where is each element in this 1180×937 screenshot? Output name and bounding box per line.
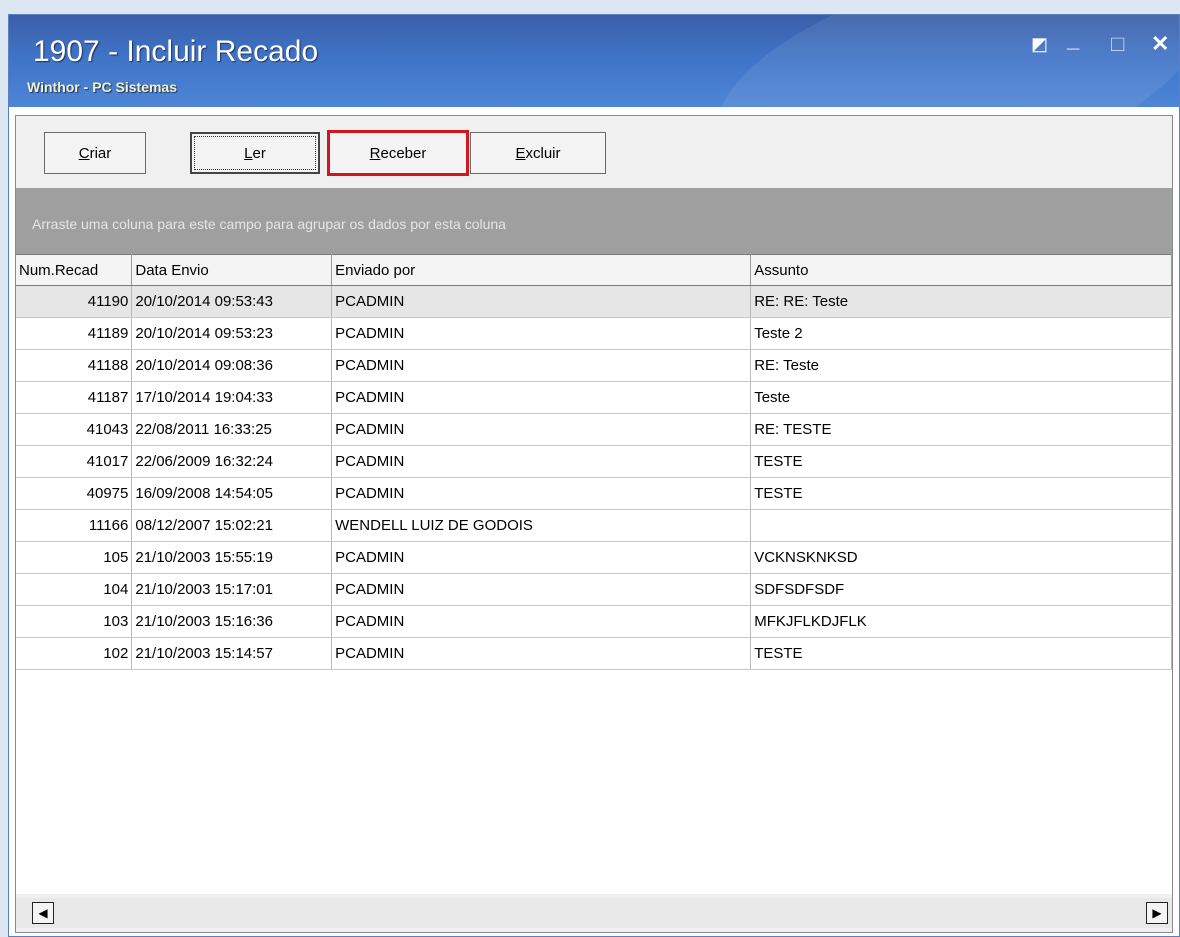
cell-num-recad: 41190	[16, 285, 133, 318]
cell-enviado-por: PCADMIN	[331, 541, 752, 574]
column-header-num-recad[interactable]: Num.Recad	[16, 254, 133, 286]
cell-assunto: TESTE	[750, 637, 1172, 670]
cell-data-envio: 21/10/2003 15:16:36	[131, 605, 333, 638]
cell-assunto: RE: RE: Teste	[750, 285, 1172, 318]
cell-num-recad: 104	[16, 573, 133, 606]
cell-data-envio: 21/10/2003 15:55:19	[131, 541, 333, 574]
header-row: Num.Recad Data Envio Enviado por Assunto	[16, 254, 1172, 286]
ler-button[interactable]: Ler	[190, 132, 320, 174]
restore-icon[interactable]: ◩	[1031, 33, 1048, 55]
cell-enviado-por: PCADMIN	[331, 573, 752, 606]
messages-table: Num.Recad Data Envio Enviado por Assunto…	[16, 254, 1172, 670]
maximize-icon[interactable]: □	[1111, 33, 1124, 55]
cell-data-envio: 17/10/2014 19:04:33	[131, 381, 333, 414]
cell-assunto: Teste	[750, 381, 1172, 414]
cell-assunto: Teste 2	[750, 317, 1172, 350]
cell-data-envio: 21/10/2003 15:17:01	[131, 573, 333, 606]
criar-button-accel: C	[78, 144, 90, 162]
cell-data-envio: 21/10/2003 15:14:57	[131, 637, 333, 670]
cell-num-recad: 41043	[16, 413, 133, 446]
horizontal-scrollbar[interactable]: ◀ ▶	[16, 898, 1172, 928]
receber-button[interactable]: Receber	[327, 130, 469, 176]
cell-num-recad: 103	[16, 605, 133, 638]
table-row[interactable]: 41189 20/10/2014 09:53:23 PCADMIN Teste …	[16, 317, 1172, 350]
cell-data-envio: 20/10/2014 09:08:36	[131, 349, 333, 382]
column-header-assunto[interactable]: Assunto	[750, 254, 1172, 286]
cell-assunto: TESTE	[750, 445, 1172, 478]
cell-num-recad: 102	[16, 637, 133, 670]
cell-enviado-por: PCADMIN	[331, 477, 752, 510]
cell-enviado-por: PCADMIN	[331, 445, 752, 478]
title-bar: 1907 - Incluir Recado Winthor - PC Siste…	[9, 15, 1179, 107]
table-row[interactable]: 41043 22/08/2011 16:33:25 PCADMIN RE: TE…	[16, 413, 1172, 446]
cell-enviado-por: WENDELL LUIZ DE GODOIS	[331, 509, 752, 542]
cell-enviado-por: PCADMIN	[331, 413, 752, 446]
table-row[interactable]: 11166 08/12/2007 15:02:21 WENDELL LUIZ D…	[16, 509, 1172, 542]
cell-assunto: VCKNSKNKSD	[750, 541, 1172, 574]
table-row[interactable]: 41017 22/06/2009 16:32:24 PCADMIN TESTE	[16, 445, 1172, 478]
cell-assunto	[750, 509, 1172, 542]
cell-num-recad: 41017	[16, 445, 133, 478]
table-row[interactable]: 104 21/10/2003 15:17:01 PCADMIN SDFSDFSD…	[16, 573, 1172, 606]
cell-data-envio: 20/10/2014 09:53:23	[131, 317, 333, 350]
receber-button-label: eceber	[380, 144, 427, 162]
cell-enviado-por: PCADMIN	[331, 285, 752, 318]
cell-assunto: RE: Teste	[750, 349, 1172, 382]
cell-assunto: MFKJFLKDJFLK	[750, 605, 1172, 638]
ler-button-accel: L	[244, 144, 253, 162]
cell-num-recad: 41189	[16, 317, 133, 350]
group-by-hint: Arraste uma coluna para este campo para …	[32, 216, 506, 232]
cell-enviado-por: PCADMIN	[331, 637, 752, 670]
cell-enviado-por: PCADMIN	[331, 605, 752, 638]
cell-data-envio: 20/10/2014 09:53:43	[131, 285, 333, 318]
group-by-panel[interactable]: Arraste uma coluna para este campo para …	[16, 188, 1172, 254]
title-decoration	[691, 15, 1179, 107]
table-row[interactable]: 41188 20/10/2014 09:08:36 PCADMIN RE: Te…	[16, 349, 1172, 382]
column-header-data-envio[interactable]: Data Envio	[131, 254, 333, 286]
table-row[interactable]: 102 21/10/2003 15:14:57 PCADMIN TESTE	[16, 637, 1172, 670]
close-icon[interactable]: ✕	[1151, 33, 1169, 55]
cell-data-envio: 22/08/2011 16:33:25	[131, 413, 333, 446]
cell-num-recad: 105	[16, 541, 133, 574]
minimize-icon[interactable]: _	[1067, 29, 1079, 51]
content-panel: Criar Ler Receber Excluir Arraste uma co…	[15, 115, 1173, 933]
cell-assunto: SDFSDFSDF	[750, 573, 1172, 606]
messages-grid: Num.Recad Data Envio Enviado por Assunto…	[16, 254, 1172, 894]
scroll-left-icon[interactable]: ◀	[32, 902, 54, 924]
cell-assunto: TESTE	[750, 477, 1172, 510]
cell-num-recad: 11166	[16, 509, 133, 542]
cell-num-recad: 41187	[16, 381, 133, 414]
table-row[interactable]: 105 21/10/2003 15:55:19 PCADMIN VCKNSKNK…	[16, 541, 1172, 574]
criar-button-label: riar	[89, 144, 112, 162]
cell-data-envio: 16/09/2008 14:54:05	[131, 477, 333, 510]
toolbar: Criar Ler Receber Excluir	[16, 116, 1172, 188]
excluir-button-accel: E	[515, 144, 526, 162]
cell-data-envio: 22/06/2009 16:32:24	[131, 445, 333, 478]
receber-button-accel: R	[369, 144, 381, 162]
table-row[interactable]: 41190 20/10/2014 09:53:43 PCADMIN RE: RE…	[16, 285, 1172, 318]
cell-num-recad: 40975	[16, 477, 133, 510]
ler-button-label: er	[252, 144, 266, 162]
cell-enviado-por: PCADMIN	[331, 381, 752, 414]
column-header-enviado-por[interactable]: Enviado por	[331, 254, 752, 286]
app-window: 1907 - Incluir Recado Winthor - PC Siste…	[8, 14, 1180, 937]
excluir-button[interactable]: Excluir	[470, 132, 606, 174]
table-row[interactable]: 40975 16/09/2008 14:54:05 PCADMIN TESTE	[16, 477, 1172, 510]
criar-button[interactable]: Criar	[44, 132, 146, 174]
cell-enviado-por: PCADMIN	[331, 349, 752, 382]
scroll-right-icon[interactable]: ▶	[1146, 902, 1168, 924]
window-title: 1907 - Incluir Recado	[33, 35, 319, 68]
window-subtitle: Winthor - PC Sistemas	[27, 79, 178, 95]
cell-data-envio: 08/12/2007 15:02:21	[131, 509, 333, 542]
excluir-button-label: xcluir	[525, 144, 561, 162]
cell-assunto: RE: TESTE	[750, 413, 1172, 446]
table-row[interactable]: 103 21/10/2003 15:16:36 PCADMIN MFKJFLKD…	[16, 605, 1172, 638]
cell-enviado-por: PCADMIN	[331, 317, 752, 350]
table-row[interactable]: 41187 17/10/2014 19:04:33 PCADMIN Teste	[16, 381, 1172, 414]
cell-num-recad: 41188	[16, 349, 133, 382]
